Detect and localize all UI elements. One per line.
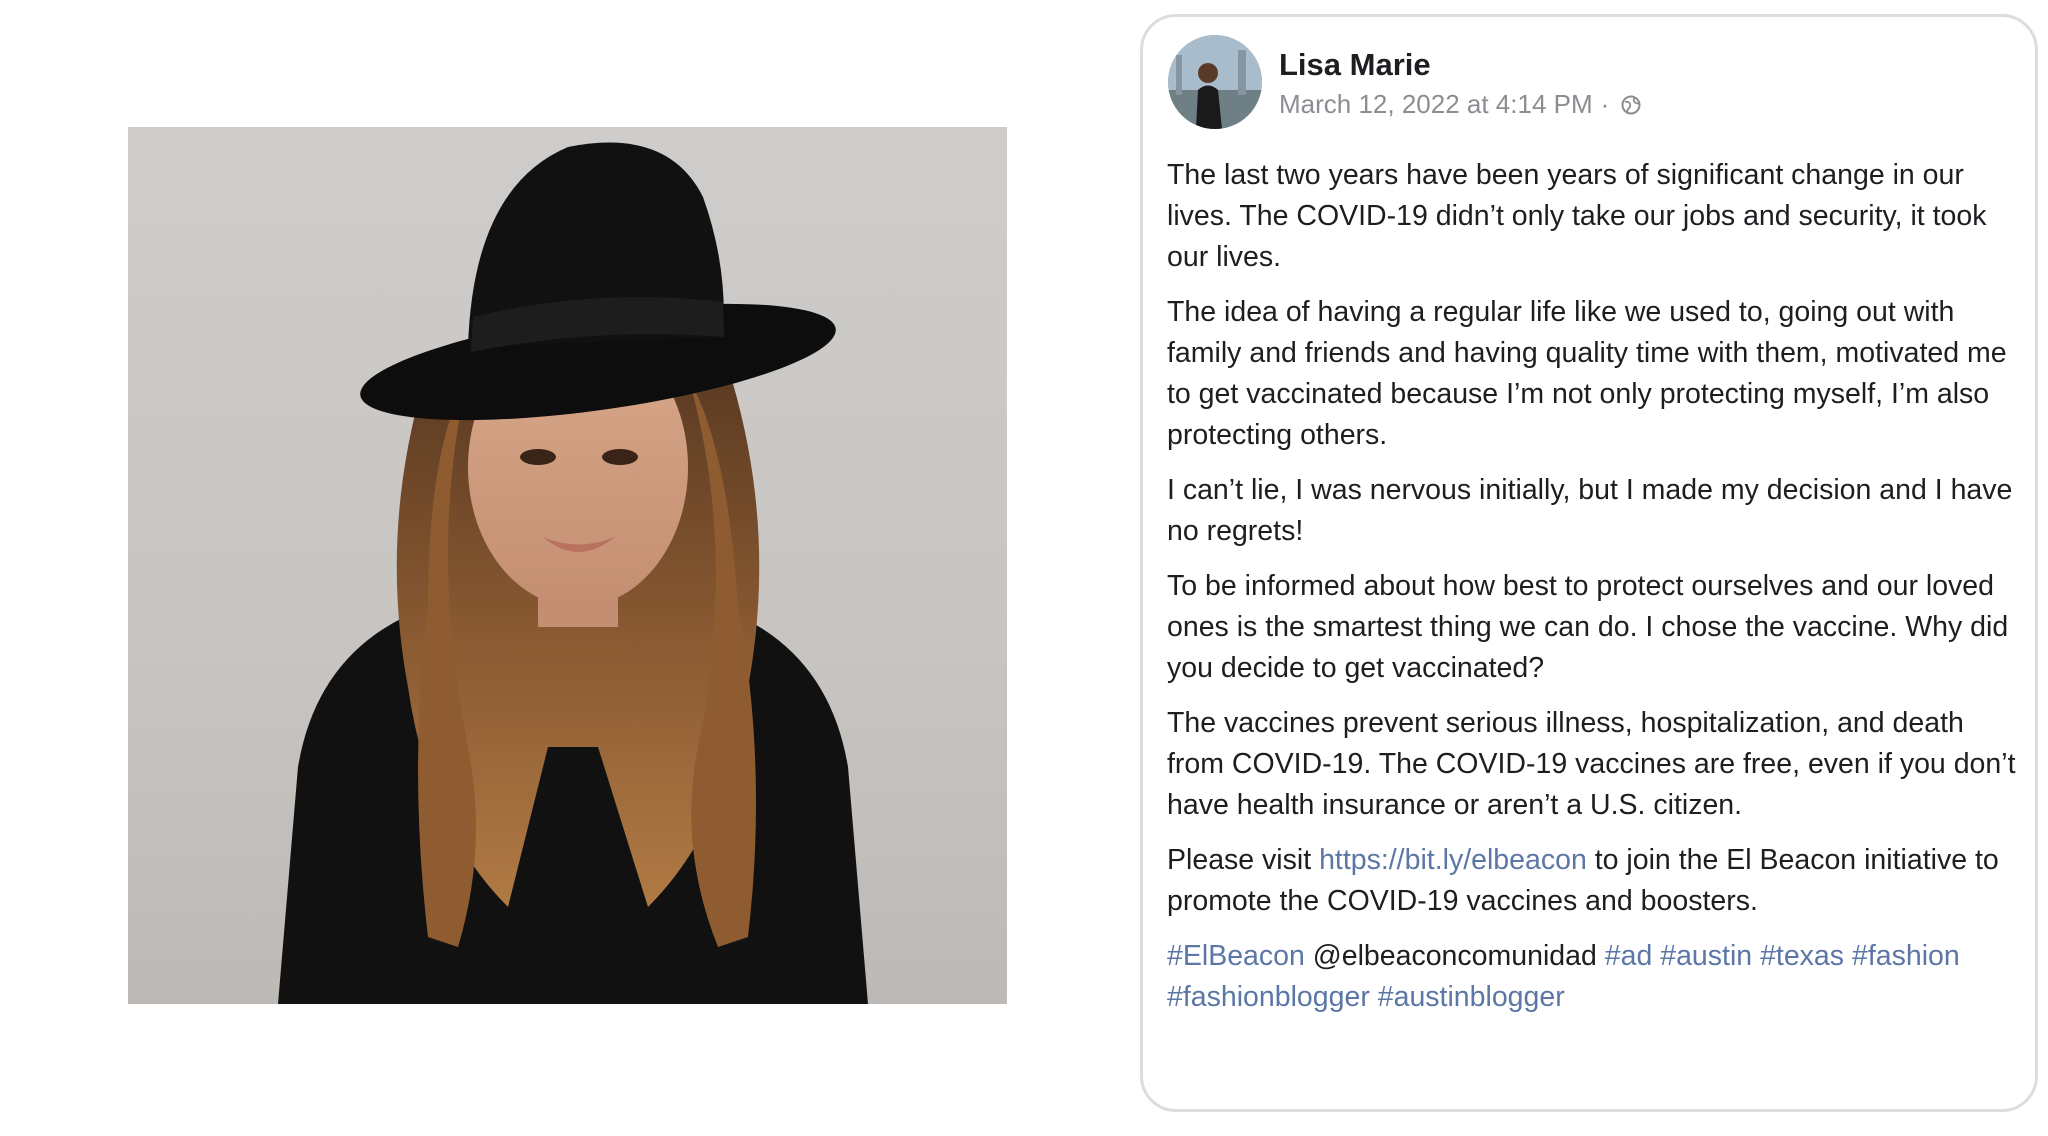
hashtag-elbeacon[interactable]: #ElBeacon: [1167, 940, 1305, 972]
hashtag-austin[interactable]: #austin: [1660, 940, 1752, 972]
avatar-image: [1168, 35, 1262, 129]
portrait-illustration: [278, 142, 868, 1004]
post-body: The last two years have been years of si…: [1167, 155, 2022, 1032]
post-timestamp[interactable]: March 12, 2022 at 4:14 PM: [1279, 89, 1593, 120]
hashtags-paragraph: #ElBeacon @elbeaconcomunidad #ad #austin…: [1167, 936, 2022, 1018]
hashtag-fashion[interactable]: #fashion: [1852, 940, 1960, 972]
hashtag-texas[interactable]: #texas: [1760, 940, 1844, 972]
portrait-photo: [128, 127, 1007, 1004]
post-paragraph: The vaccines prevent serious illness, ho…: [1167, 707, 2016, 821]
cta-paragraph: Please visit https://bit.ly/elbeacon to …: [1167, 840, 2022, 922]
hashtag-ad[interactable]: #ad: [1605, 940, 1653, 972]
hashtag-austinblogger[interactable]: #austinblogger: [1378, 981, 1565, 1013]
elbeacon-link[interactable]: https://bit.ly/elbeacon: [1319, 844, 1587, 876]
post-paragraph: The last two years have been years of si…: [1167, 159, 1987, 273]
mention-elbeaconcomunidad[interactable]: @elbeaconcomunidad: [1313, 940, 1597, 972]
composite-image: Lisa Marie March 12, 2022 at 4:14 PM · T…: [0, 0, 2048, 1136]
globe-icon[interactable]: [1621, 95, 1641, 115]
post-paragraph: To be informed about how best to protect…: [1167, 570, 2009, 684]
social-post-card: Lisa Marie March 12, 2022 at 4:14 PM · T…: [1140, 14, 2038, 1112]
post-meta: March 12, 2022 at 4:14 PM ·: [1279, 89, 1641, 120]
author-name[interactable]: Lisa Marie: [1279, 47, 1431, 83]
cta-text-before: Please visit: [1167, 844, 1320, 876]
avatar[interactable]: [1168, 35, 1262, 129]
meta-separator: ·: [1600, 89, 1610, 119]
post-paragraph: I can’t lie, I was nervous initially, bu…: [1167, 474, 2013, 547]
post-paragraph: The idea of having a regular life like w…: [1167, 296, 2007, 451]
hashtag-fashionblogger[interactable]: #fashionblogger: [1167, 981, 1370, 1013]
